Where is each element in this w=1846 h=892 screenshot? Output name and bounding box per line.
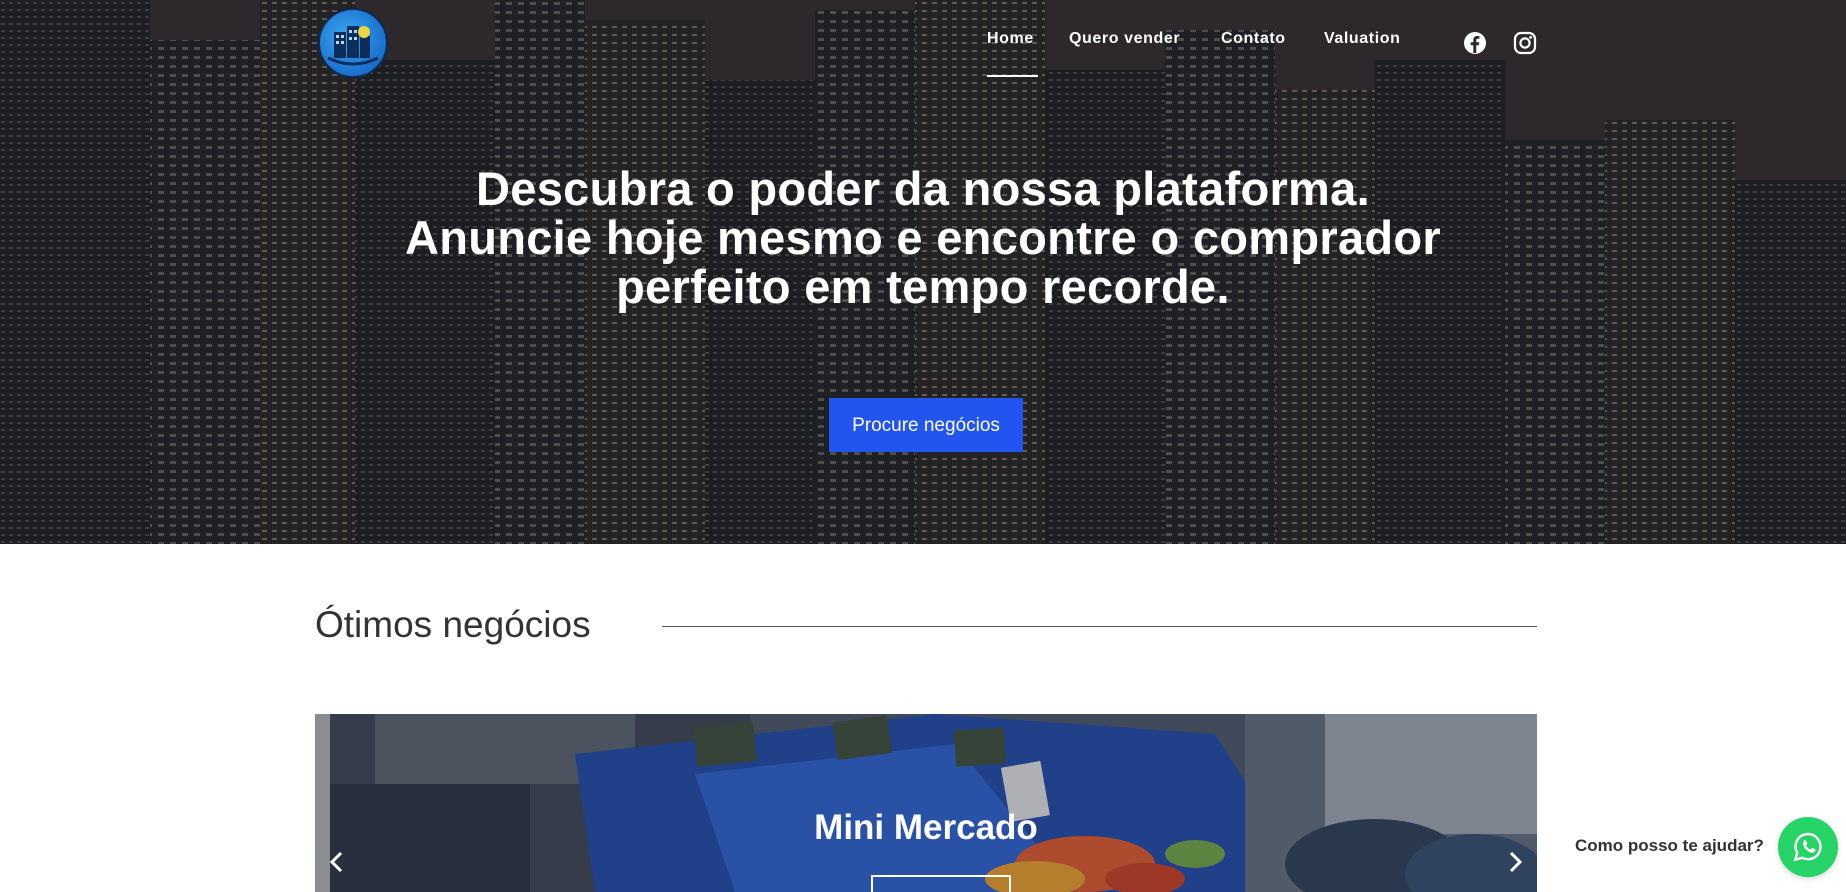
section-divider: [662, 626, 1537, 627]
building-logo-icon: [327, 26, 379, 66]
nav-item-valuation[interactable]: Valuation: [1324, 30, 1401, 48]
facebook-icon[interactable]: [1463, 31, 1487, 55]
whatsapp-chat-button[interactable]: [1778, 817, 1838, 877]
chat-prompt-label[interactable]: Como posso te ajudar?: [1575, 836, 1764, 856]
nav-item-quero-vender[interactable]: Quero vender: [1069, 30, 1180, 48]
nav-item-home[interactable]: Home: [987, 30, 1038, 77]
slide-details-button[interactable]: [871, 875, 1011, 892]
business-carousel: Mini Mercado: [315, 714, 1537, 892]
site-logo[interactable]: [318, 8, 388, 78]
chevron-left-icon[interactable]: [326, 848, 348, 876]
section-title: Ótimos negócios: [315, 604, 591, 645]
hero-headline-line-2: Anuncie hoje mesmo e encontre o comprado…: [404, 211, 1442, 264]
hero-headline-line-1: Descubra o poder da nossa plataforma.: [476, 162, 1370, 215]
hero-headline-line-3: perfeito em tempo recorde.: [616, 260, 1230, 313]
slide-title: Mini Mercado: [814, 808, 1038, 847]
hero-headline: Descubra o poder da nossa plataforma. An…: [323, 164, 1523, 311]
whatsapp-icon: [1793, 832, 1822, 862]
search-businesses-button[interactable]: Procure negócios: [829, 398, 1023, 452]
instagram-icon[interactable]: [1513, 31, 1537, 55]
nav-item-contato[interactable]: Contato: [1221, 30, 1286, 48]
chevron-right-icon[interactable]: [1504, 848, 1526, 876]
